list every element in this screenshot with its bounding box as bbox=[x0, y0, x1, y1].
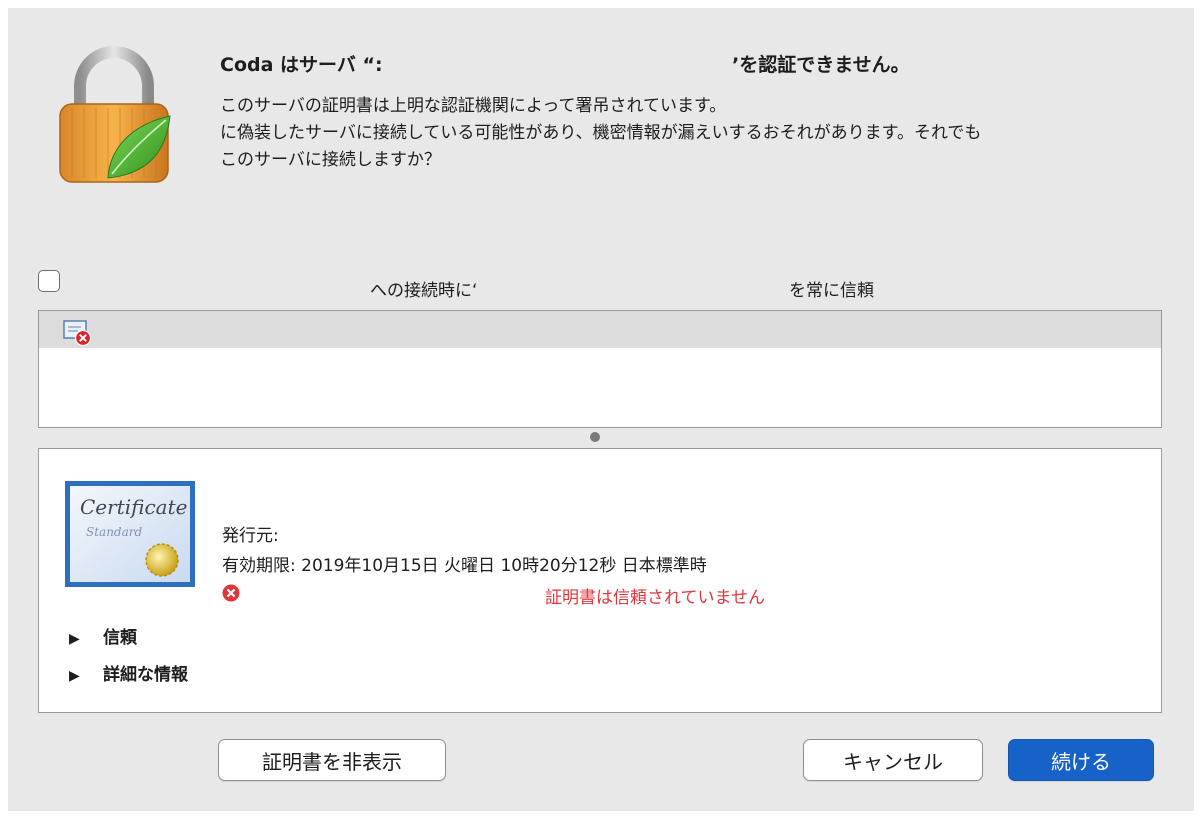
certificate-details: Certificate Standard 発行元: 有効期限: 2019年10月… bbox=[38, 448, 1162, 713]
message-line: このサーバの証明書は上明な認証機関によって署吊されています。 bbox=[220, 96, 727, 116]
error-x-icon bbox=[222, 584, 240, 602]
cancel-button[interactable]: キャンセル bbox=[803, 739, 983, 781]
certificate-error-icon bbox=[63, 320, 92, 347]
hide-certificate-button[interactable]: 証明書を非表示 bbox=[218, 739, 446, 781]
expiry-date: 有効期限: 2019年10月15日 火曜日 10時20分12秒 日本標準時 bbox=[222, 556, 707, 576]
untrusted-certificate-error: 証明書は信頼されていません bbox=[545, 588, 765, 608]
dialog-title-end: ’を認証できません。 bbox=[732, 54, 910, 76]
dialog-message: このサーバの証明書は上明な認証機関によって署吊されています。 に偽装したサーバに… bbox=[220, 93, 1160, 174]
chain-row-selected[interactable] bbox=[39, 311, 1161, 348]
split-view-handle[interactable] bbox=[590, 432, 600, 442]
lock-leaf-icon bbox=[59, 46, 171, 183]
disclosure-triangle-icon: ▶ bbox=[69, 631, 80, 647]
trust-disclosure[interactable]: ▶ 信頼 bbox=[69, 623, 137, 648]
always-trust-checkbox[interactable] bbox=[38, 270, 60, 292]
continue-button[interactable]: 続ける bbox=[1008, 739, 1154, 781]
certificate-chain-list[interactable] bbox=[38, 310, 1162, 428]
svg-text:Standard: Standard bbox=[86, 525, 142, 539]
dialog-title: Coda はサーバ “: ’を認証できません。 bbox=[220, 50, 910, 77]
certificate-dialog: Coda はサーバ “: ’を認証できません。 このサーバの証明書は上明な認証機関… bbox=[8, 8, 1194, 811]
certificate-image-icon: Certificate Standard bbox=[65, 481, 195, 587]
disclosure-triangle-icon: ▶ bbox=[69, 668, 80, 684]
message-line: このサーバに接続しますか？ bbox=[220, 150, 441, 170]
always-trust-label-end: を常に信頼 bbox=[789, 281, 874, 301]
issuer-label: 発行元: bbox=[222, 526, 279, 546]
details-disclosure[interactable]: ▶ 詳細な情報 bbox=[69, 660, 188, 685]
message-line: に偽装したサーバに接続している可能性があり、機密情報が漏えいするおそれがあります… bbox=[220, 123, 982, 143]
always-trust-label-start: への接続時に‘ bbox=[370, 281, 478, 301]
svg-text:Certificate: Certificate bbox=[80, 495, 187, 519]
